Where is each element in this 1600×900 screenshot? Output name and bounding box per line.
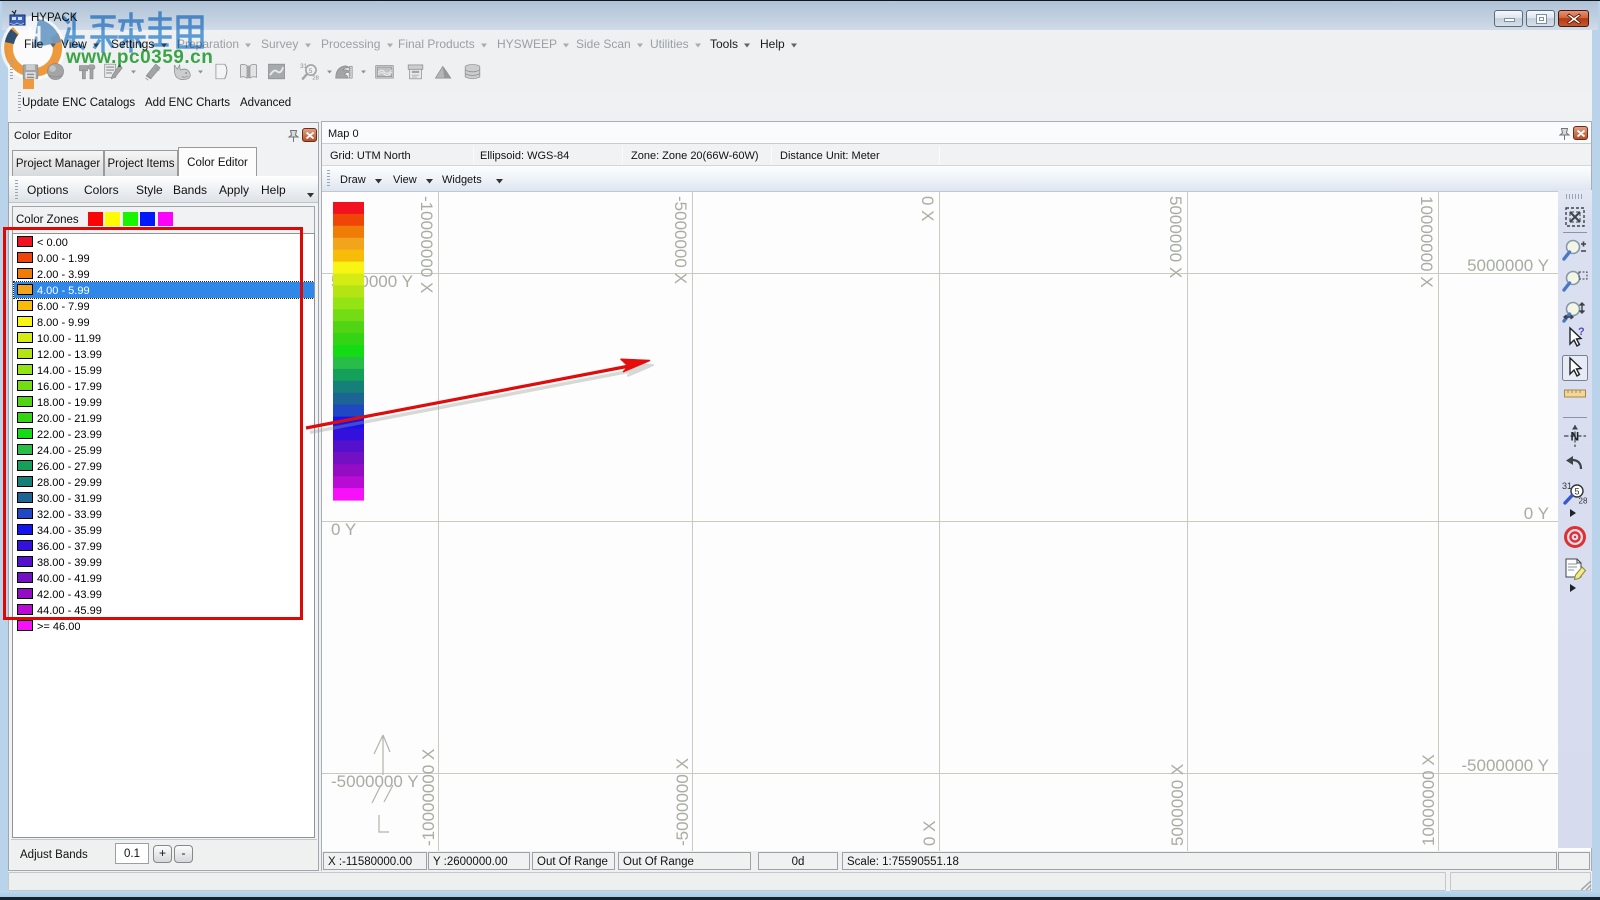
- svg-text:0 Y: 0 Y: [1524, 504, 1549, 523]
- svg-text:5: 5: [1575, 487, 1580, 497]
- svg-text:0 X: 0 X: [918, 196, 937, 222]
- svg-text:-5000000 Y: -5000000 Y: [331, 772, 419, 791]
- svg-text:28: 28: [312, 76, 318, 81]
- svg-text:28: 28: [1579, 497, 1588, 506]
- svg-text:-5000000 X: -5000000 X: [671, 196, 690, 284]
- svg-text:10000000 X: 10000000 X: [1417, 196, 1436, 288]
- svg-text:?: ?: [1578, 326, 1585, 338]
- svg-text:0 Y: 0 Y: [331, 520, 356, 539]
- svg-text:10000000 X: 10000000 X: [1419, 754, 1438, 846]
- svg-text:-5000000 X: -5000000 X: [673, 758, 692, 846]
- svg-text:-5000000 Y: -5000000 Y: [1461, 756, 1549, 775]
- svg-text:0 X: 0 X: [920, 820, 939, 846]
- svg-text:5000000 X: 5000000 X: [1168, 764, 1187, 846]
- svg-text:-10000000 X: -10000000 X: [419, 749, 438, 846]
- svg-text:5000000 X: 5000000 X: [1166, 196, 1185, 278]
- svg-text:N: N: [1571, 430, 1580, 444]
- svg-text:-10000000 X: -10000000 X: [417, 196, 436, 293]
- svg-text:5: 5: [309, 68, 313, 75]
- svg-text:5000000 Y: 5000000 Y: [1467, 256, 1549, 275]
